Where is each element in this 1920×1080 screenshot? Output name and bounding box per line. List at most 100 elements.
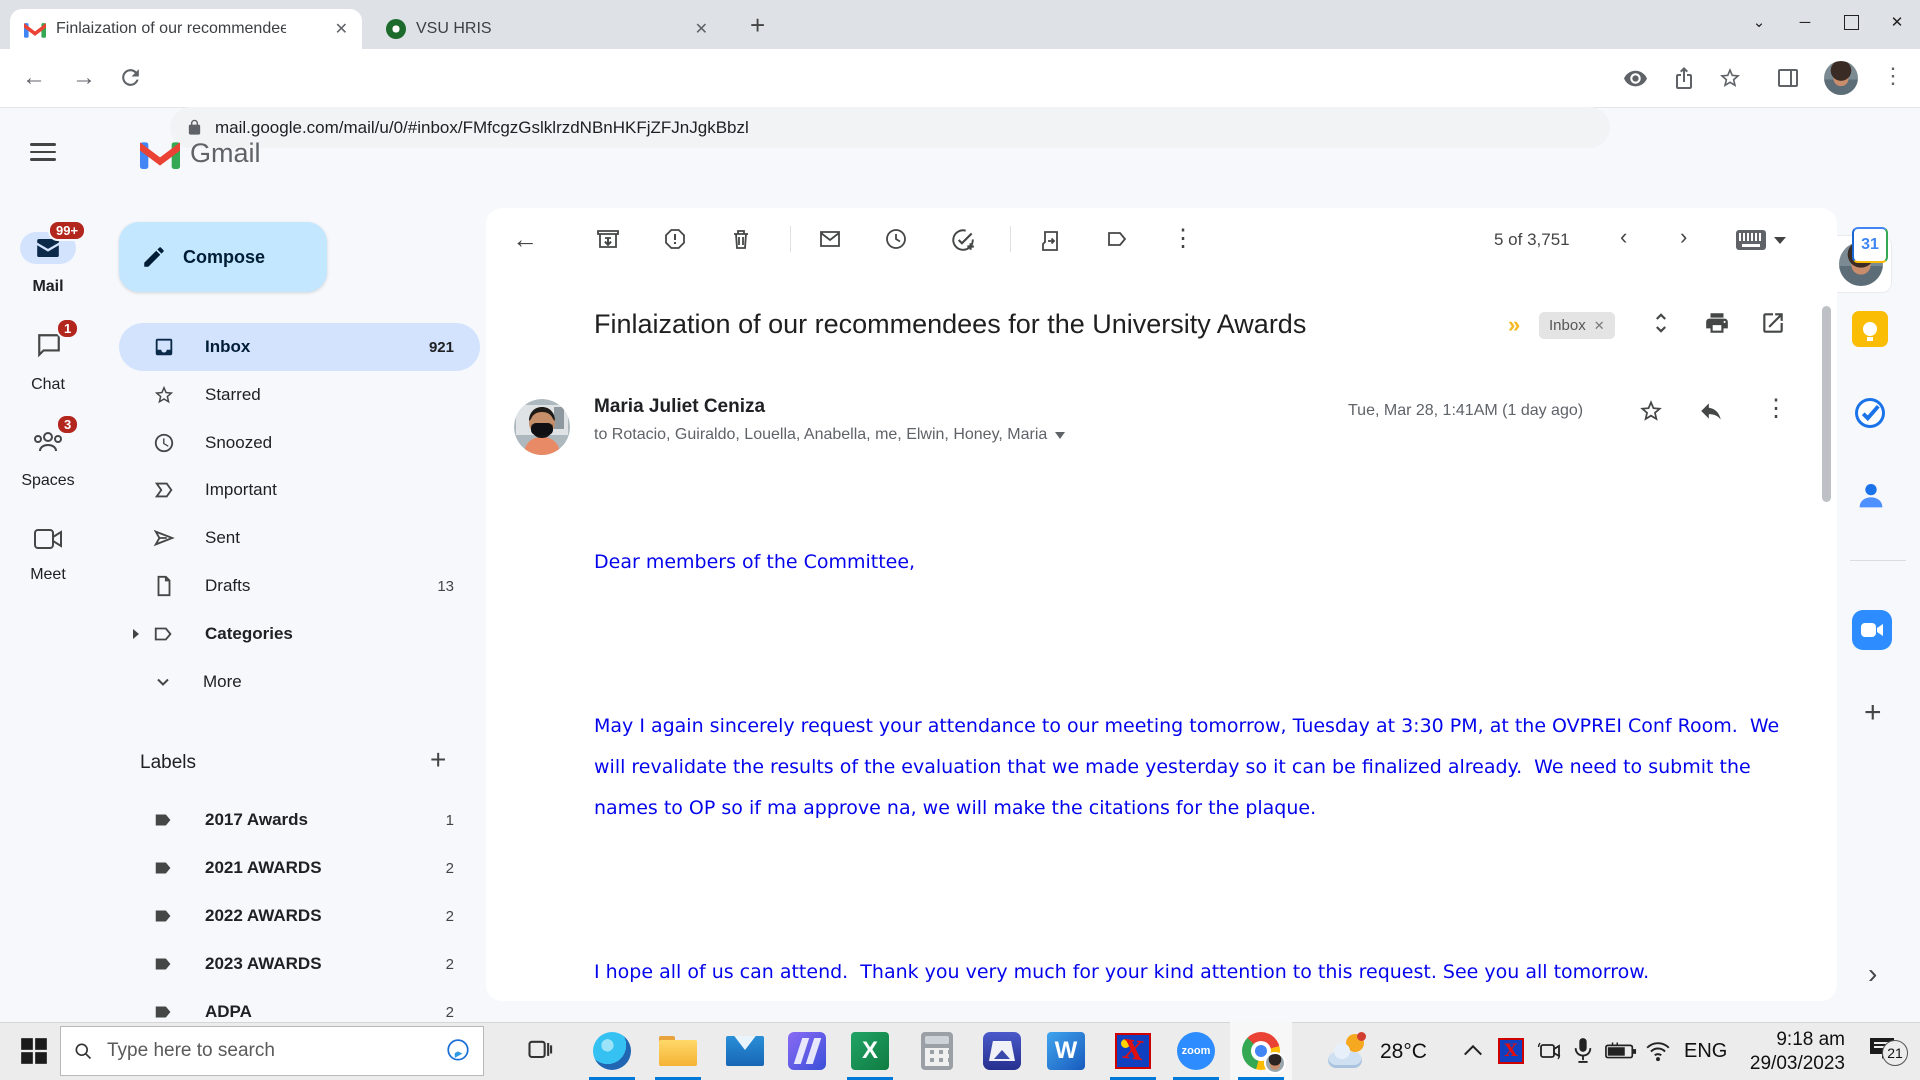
- remove-label-x-icon[interactable]: ✕: [1594, 318, 1605, 334]
- temperature-text[interactable]: 28°C: [1380, 1040, 1427, 1064]
- taskbar-scanner-app-icon[interactable]: [971, 1022, 1033, 1080]
- report-spam-icon[interactable]: [663, 227, 687, 251]
- input-tools-keyboard[interactable]: [1736, 230, 1786, 250]
- sender-name[interactable]: Maria Juliet Ceniza: [594, 396, 765, 418]
- taskbar-image-app-icon[interactable]: X: [1102, 1022, 1164, 1080]
- window-maximize-icon[interactable]: [1828, 2, 1874, 42]
- calendar-app-icon[interactable]: 31: [1852, 227, 1888, 263]
- zoom-app-icon[interactable]: [1852, 610, 1892, 650]
- window-menu-chevron-icon[interactable]: ⌄: [1736, 2, 1782, 42]
- taskbar-word-icon[interactable]: W: [1035, 1022, 1097, 1080]
- sidebar-item-drafts[interactable]: Drafts 13: [119, 562, 480, 610]
- sidebar-item-inbox[interactable]: Inbox 921: [119, 323, 480, 371]
- contacts-app-icon[interactable]: [1854, 479, 1888, 513]
- rail-label-chat[interactable]: Chat: [0, 376, 96, 394]
- tray-microphone-icon[interactable]: [1572, 1036, 1594, 1064]
- rail-label-meet[interactable]: Meet: [0, 566, 96, 584]
- newer-email-chevron-icon[interactable]: ‹: [1620, 224, 1627, 250]
- chevron-down-icon: [153, 672, 173, 692]
- taskbar-zoom-icon[interactable]: zoom: [1165, 1022, 1227, 1080]
- language-indicator[interactable]: ENG: [1684, 1040, 1727, 1063]
- browser-profile-avatar[interactable]: [1824, 61, 1858, 95]
- back-to-inbox-icon[interactable]: ←: [512, 224, 538, 255]
- forward-icon[interactable]: →: [72, 64, 96, 92]
- taskbar-file-explorer-icon[interactable]: [647, 1022, 709, 1080]
- tray-image-app-icon[interactable]: X: [1498, 1038, 1524, 1064]
- create-label-plus-icon[interactable]: +: [430, 744, 446, 776]
- rail-label-mail[interactable]: Mail: [0, 278, 96, 296]
- sidebar-item-sent[interactable]: Sent: [119, 514, 480, 562]
- delete-trash-icon[interactable]: [729, 227, 753, 251]
- new-tab-button[interactable]: +: [750, 11, 765, 39]
- taskbar-calculator-icon[interactable]: [906, 1022, 968, 1080]
- email-more-kebab-icon[interactable]: ⋮: [1764, 394, 1788, 423]
- sidebar-item-snoozed[interactable]: Snoozed: [119, 419, 480, 467]
- taskbar-search-box[interactable]: Type here to search: [60, 1026, 484, 1076]
- tray-battery-icon[interactable]: [1605, 1042, 1637, 1060]
- tab-close-icon[interactable]: ✕: [695, 19, 708, 39]
- share-icon[interactable]: [1672, 66, 1696, 90]
- back-icon[interactable]: ←: [22, 64, 46, 92]
- unfold-expand-icon[interactable]: [1648, 308, 1674, 338]
- address-bar[interactable]: mail.google.com/mail/u/0/#inbox/FMfcgzGs…: [170, 107, 1610, 148]
- archive-icon[interactable]: [596, 227, 620, 251]
- open-in-new-icon[interactable]: [1760, 310, 1786, 336]
- keep-app-icon[interactable]: [1852, 311, 1888, 347]
- compose-button[interactable]: Compose: [119, 222, 327, 292]
- email-scrollbar-thumb[interactable]: [1822, 306, 1831, 502]
- mark-unread-icon[interactable]: [818, 227, 842, 251]
- taskbar-edge-icon[interactable]: [581, 1022, 643, 1080]
- inbox-label-chip[interactable]: Inbox ✕: [1539, 312, 1615, 339]
- snooze-icon[interactable]: [884, 227, 908, 251]
- sender-avatar[interactable]: [514, 399, 570, 455]
- window-close-icon[interactable]: ✕: [1874, 2, 1920, 42]
- label-item-2017-awards[interactable]: 2017 Awards 1: [119, 796, 480, 844]
- sidebar-item-important[interactable]: Important: [119, 466, 480, 514]
- browser-menu-kebab-icon[interactable]: ⋮: [1882, 63, 1904, 89]
- tab-vsu-hris[interactable]: VSU HRIS ✕: [372, 9, 722, 49]
- reload-icon[interactable]: [118, 65, 143, 90]
- taskbar-clock[interactable]: 9:18 am 29/03/2023: [1735, 1028, 1845, 1076]
- expand-arrow-icon[interactable]: [133, 629, 139, 639]
- move-to-folder-icon[interactable]: [1039, 227, 1063, 251]
- meet-icon[interactable]: [34, 528, 62, 550]
- tray-camera-icon[interactable]: [1537, 1040, 1561, 1062]
- tasks-app-icon[interactable]: [1852, 395, 1888, 431]
- taskbar-chrome-icon[interactable]: [1230, 1022, 1292, 1080]
- get-addons-plus-icon[interactable]: +: [1864, 696, 1882, 730]
- gmail-logo[interactable]: Gmail: [140, 138, 261, 169]
- notification-center-icon[interactable]: 21: [1868, 1036, 1898, 1062]
- label-tag-icon: [153, 905, 175, 927]
- tray-wifi-icon[interactable]: [1645, 1040, 1671, 1062]
- label-item-2023-awards[interactable]: 2023 AWARDS 2: [119, 940, 480, 988]
- weather-icon[interactable]: [1328, 1034, 1368, 1068]
- sidebar-item-categories[interactable]: Categories: [119, 610, 480, 658]
- tab-close-icon[interactable]: ✕: [335, 19, 348, 39]
- sidebar-item-starred[interactable]: Starred: [119, 371, 480, 419]
- label-item-2021-awards[interactable]: 2021 AWARDS 2: [119, 844, 480, 892]
- tab-gmail[interactable]: Finlaization of our recommendee ✕: [10, 9, 362, 49]
- side-panel-expand-chevron-icon[interactable]: ›: [1868, 958, 1877, 990]
- reply-icon[interactable]: [1698, 398, 1724, 424]
- star-email-icon[interactable]: [1638, 398, 1664, 424]
- start-button-icon[interactable]: [20, 1037, 48, 1065]
- task-view-icon[interactable]: [526, 1036, 554, 1064]
- add-to-tasks-icon[interactable]: [950, 227, 976, 253]
- sidebar-item-more[interactable]: More: [119, 658, 480, 706]
- taskbar-excel-icon[interactable]: X: [839, 1022, 901, 1080]
- more-kebab-icon[interactable]: ⋮: [1171, 224, 1195, 253]
- side-panel-icon[interactable]: [1776, 66, 1800, 90]
- bookmark-star-icon[interactable]: [1718, 66, 1742, 90]
- older-email-chevron-icon[interactable]: ›: [1680, 224, 1687, 250]
- print-icon[interactable]: [1704, 310, 1730, 336]
- taskbar-mail-icon[interactable]: [714, 1022, 776, 1080]
- eye-icon[interactable]: [1623, 66, 1648, 91]
- window-minimize-icon[interactable]: ─: [1782, 2, 1828, 42]
- label-icon[interactable]: [1106, 227, 1130, 251]
- label-item-2022-awards[interactable]: 2022 AWARDS 2: [119, 892, 480, 940]
- main-menu-hamburger-icon[interactable]: [30, 138, 56, 166]
- taskbar-purple-slash-app-icon[interactable]: [776, 1022, 838, 1080]
- rail-label-spaces[interactable]: Spaces: [0, 472, 96, 490]
- show-hidden-icons-chevron[interactable]: [1462, 1042, 1484, 1058]
- show-details-chevron-icon[interactable]: [1055, 432, 1065, 439]
